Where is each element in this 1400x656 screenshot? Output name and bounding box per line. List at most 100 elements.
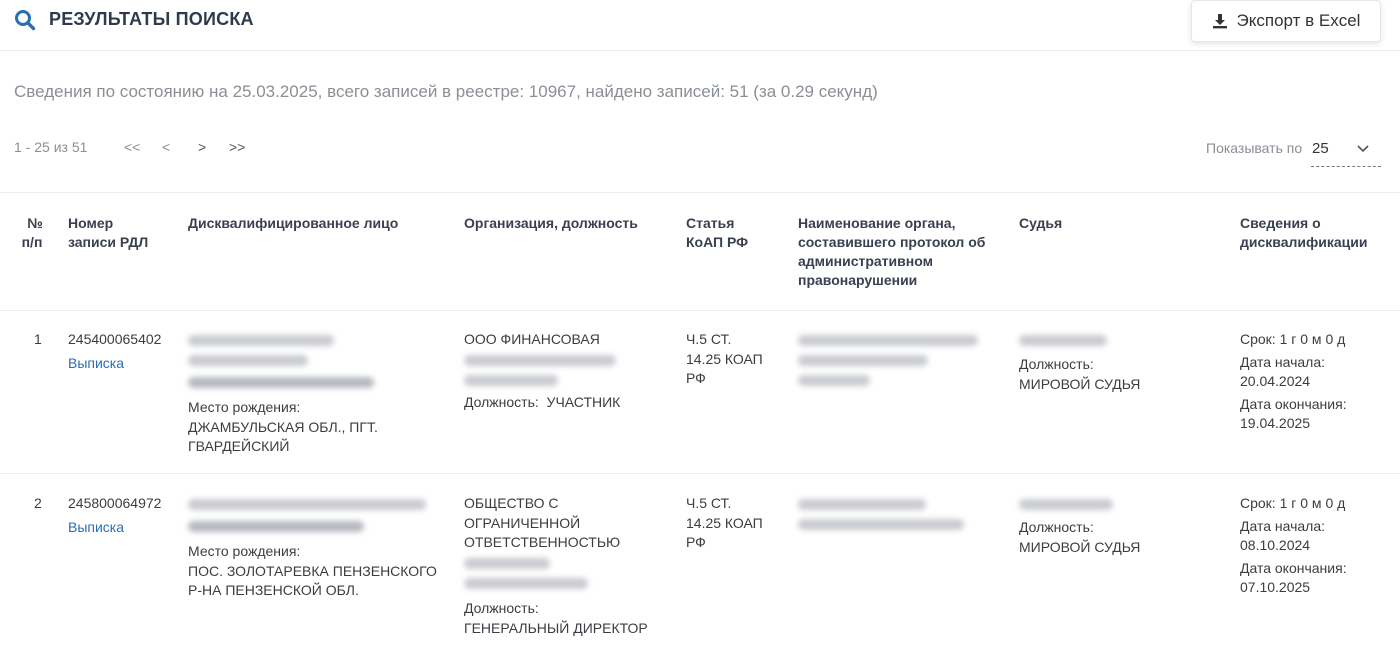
position-value: УЧАСТНИК bbox=[546, 394, 621, 410]
start-label: Дата начала: bbox=[1240, 353, 1326, 370]
cell-org-position: Должность: ГЕНЕРАЛЬНЫЙ ДИРЕКТОР bbox=[464, 599, 648, 638]
col-header-line: правонарушении bbox=[798, 272, 918, 288]
col-header-line: Статья bbox=[686, 215, 735, 231]
article-line: Ч.5 СТ. bbox=[686, 331, 732, 347]
end-label: Дата окончания: bbox=[1240, 395, 1347, 412]
search-icon bbox=[15, 10, 36, 31]
col-header-line: дисквалификации bbox=[1240, 234, 1368, 250]
last-page-icon: >> bbox=[229, 139, 246, 155]
col-header-judge: Судья bbox=[1019, 214, 1062, 233]
end-value: 19.04.2025 bbox=[1240, 415, 1311, 431]
redacted-text bbox=[798, 355, 928, 366]
page-size-value: 25 bbox=[1312, 140, 1329, 157]
divider bbox=[0, 310, 1400, 311]
org-name: ООО ФИНАНСОВАЯ bbox=[464, 331, 600, 347]
redacted-text bbox=[1019, 499, 1113, 510]
page-size-label: Показывать по bbox=[1206, 140, 1303, 156]
cell-record-no: 245400065402 bbox=[68, 331, 162, 347]
next-page-button[interactable]: > bbox=[198, 139, 206, 155]
cell-num: 2 bbox=[34, 495, 42, 511]
col-header-record: Номер записи РДЛ bbox=[68, 214, 148, 252]
birthplace-value: ПОС. ЗОЛОТАРЕВКА ПЕНЗЕНСКОГО bbox=[188, 562, 437, 579]
redacted-text bbox=[188, 499, 426, 510]
cell-org-position: Должность: УЧАСТНИК bbox=[464, 393, 620, 413]
first-page-button[interactable]: << bbox=[124, 139, 140, 155]
position-label: Должность: bbox=[464, 600, 539, 616]
col-header-line: записи РДЛ bbox=[68, 234, 149, 250]
redacted-text bbox=[464, 578, 588, 589]
col-header-disq: Сведения о дисквалификации bbox=[1240, 214, 1367, 252]
chevron-down-icon bbox=[1357, 145, 1369, 153]
cell-person: Место рождения: ДЖАМБУЛЬСКАЯ ОБЛ., ПГТ. … bbox=[188, 398, 378, 457]
redacted-text bbox=[188, 521, 364, 532]
birthplace-value: Р-НА ПЕНЗЕНСКОЙ ОБЛ. bbox=[188, 582, 359, 598]
judge-position-value: МИРОВОЙ СУДЬЯ bbox=[1019, 375, 1141, 392]
judge-position-label: Должность: bbox=[1019, 356, 1094, 372]
pagination-range: 1 - 25 из 51 bbox=[14, 139, 88, 155]
redacted-text bbox=[798, 335, 978, 346]
divider bbox=[0, 192, 1400, 193]
redacted-text bbox=[464, 375, 558, 386]
cell-judge: Должность: МИРОВОЙ СУДЬЯ bbox=[1019, 518, 1140, 557]
start-value: 08.10.2024 bbox=[1240, 537, 1311, 553]
col-header-line: Номер bbox=[68, 215, 114, 231]
birthplace-value: ГВАРДЕЙСКИЙ bbox=[188, 438, 290, 454]
redacted-text bbox=[798, 375, 870, 386]
redacted-text bbox=[1019, 335, 1107, 346]
page-size-select[interactable]: 25 bbox=[1311, 132, 1381, 167]
term-value: Срок: 1 г 0 м 0 д bbox=[1240, 331, 1346, 347]
redacted-text bbox=[188, 335, 334, 346]
col-header-line: Сведения о bbox=[1240, 215, 1321, 231]
col-header-num: № п/п bbox=[22, 214, 44, 252]
col-header-line: административном bbox=[798, 253, 933, 269]
cell-org: ООО ФИНАНСОВАЯ bbox=[464, 330, 600, 350]
col-header-line: Дисквалифицированное лицо bbox=[188, 215, 399, 231]
redacted-text bbox=[464, 558, 550, 569]
redacted-text bbox=[464, 355, 616, 366]
term-value: Срок: 1 г 0 м 0 д bbox=[1240, 495, 1346, 511]
col-header-line: Наименование органа, bbox=[798, 215, 956, 231]
divider bbox=[0, 473, 1400, 474]
redacted-text bbox=[188, 355, 308, 366]
article-line: 14.25 КОАП bbox=[686, 350, 763, 367]
redacted-text bbox=[188, 377, 374, 388]
org-name: ОГРАНИЧЕННОЙ bbox=[464, 514, 581, 531]
start-label: Дата начала: bbox=[1240, 517, 1326, 534]
col-header-article: Статья КоАП РФ bbox=[686, 214, 748, 252]
col-header-person: Дисквалифицированное лицо bbox=[188, 214, 398, 233]
col-header-line: КоАП РФ bbox=[686, 234, 749, 250]
org-name: ОБЩЕСТВО С bbox=[464, 495, 559, 511]
next-page-icon: > bbox=[198, 139, 207, 155]
extract-link[interactable]: Выписка bbox=[68, 354, 124, 374]
prev-page-icon: < bbox=[162, 139, 171, 155]
judge-position-label: Должность: bbox=[1019, 519, 1094, 535]
article-line: РФ bbox=[686, 534, 706, 550]
col-header-line: составившего протокол об bbox=[798, 234, 986, 250]
first-page-icon: << bbox=[124, 139, 141, 155]
cell-judge: Должность: МИРОВОЙ СУДЬЯ bbox=[1019, 355, 1140, 394]
cell-disq: Срок: 1 г 0 м 0 д Дата начала: 08.10.202… bbox=[1240, 494, 1347, 598]
col-header-line: Организация, должность bbox=[464, 215, 638, 231]
article-line: 14.25 КОАП bbox=[686, 514, 763, 531]
position-label: Должность: bbox=[464, 394, 539, 410]
birthplace-label: Место рождения: bbox=[188, 543, 301, 559]
org-name: ОТВЕТСТВЕННОСТЬЮ bbox=[464, 534, 621, 550]
results-header: РЕЗУЛЬТАТЫ ПОИСКА bbox=[0, 0, 1400, 51]
export-excel-button[interactable]: Экспорт в Excel bbox=[1191, 0, 1381, 42]
last-page-button[interactable]: >> bbox=[229, 139, 245, 155]
page-title: РЕЗУЛЬТАТЫ ПОИСКА bbox=[49, 9, 254, 29]
results-info: Сведения по состоянию на 25.03.2025, все… bbox=[14, 82, 878, 101]
col-header-line: Судья bbox=[1019, 215, 1063, 231]
redacted-text bbox=[798, 499, 926, 510]
cell-num: 1 bbox=[34, 331, 42, 347]
download-icon bbox=[1212, 14, 1227, 29]
cell-record-no: 245800064972 bbox=[68, 495, 162, 511]
cell-article: Ч.5 СТ. 14.25 КОАП РФ bbox=[686, 494, 763, 553]
col-header-line: п/п bbox=[21, 234, 43, 250]
extract-link[interactable]: Выписка bbox=[68, 518, 124, 538]
position-value: ГЕНЕРАЛЬНЫЙ ДИРЕКТОР bbox=[464, 619, 648, 636]
birthplace-value: ДЖАМБУЛЬСКАЯ ОБЛ., ПГТ. bbox=[188, 418, 378, 435]
col-header-line: № bbox=[27, 215, 43, 231]
prev-page-button[interactable]: < bbox=[162, 139, 170, 155]
article-line: РФ bbox=[686, 370, 706, 386]
